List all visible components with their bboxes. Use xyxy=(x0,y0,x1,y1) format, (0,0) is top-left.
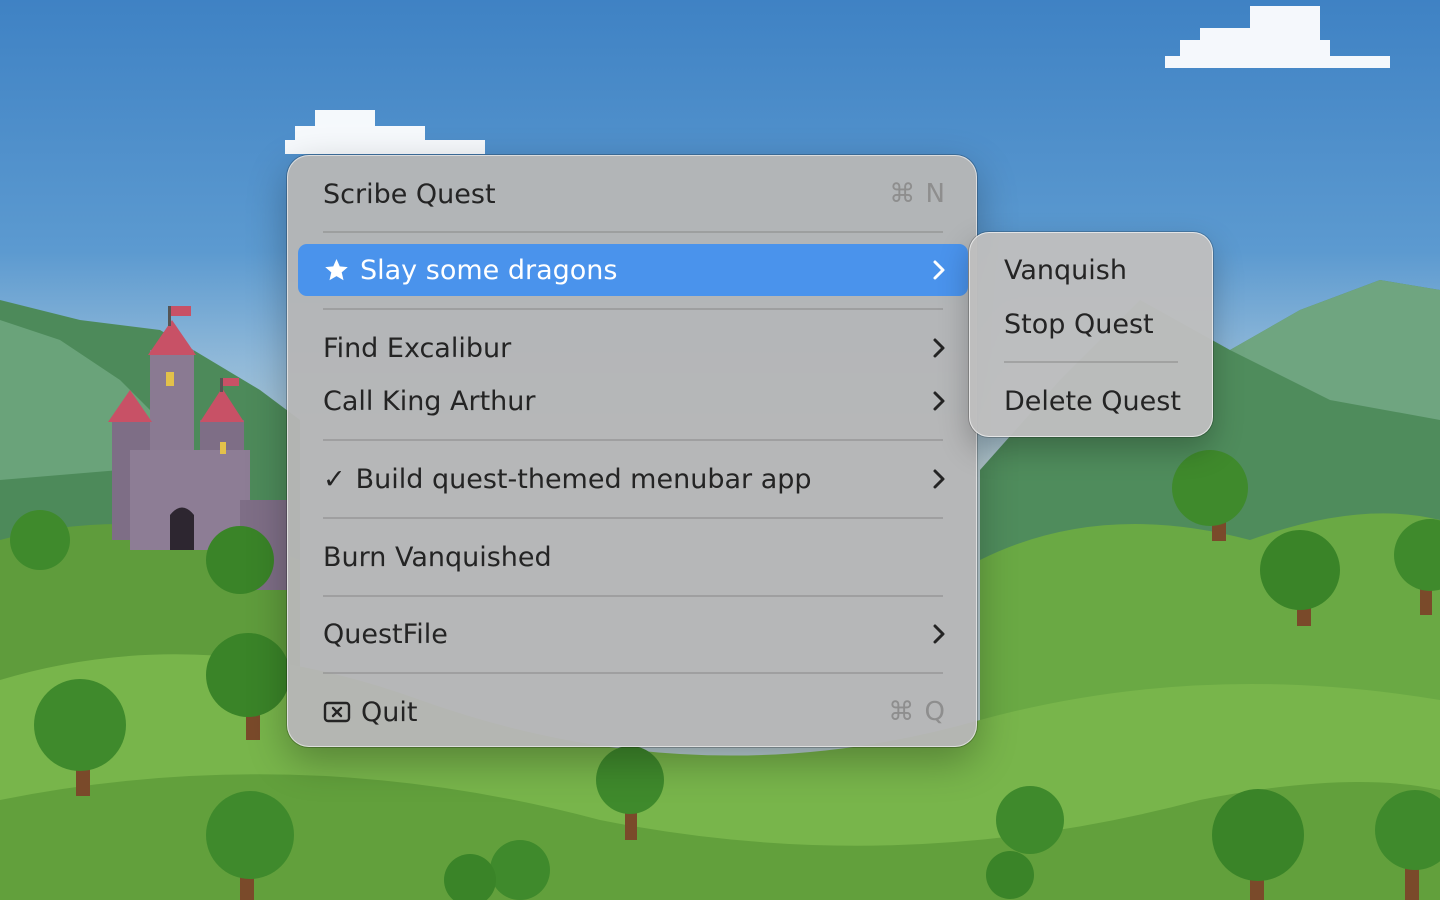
submenu-item-stop-quest[interactable]: Stop Quest xyxy=(980,299,1202,349)
menu-separator xyxy=(323,672,943,674)
keyboard-shortcut: ⌘ N xyxy=(889,179,946,209)
menu-item-call-king-arthur[interactable]: Call King Arthur xyxy=(298,375,968,427)
cloud-icon xyxy=(285,6,1390,154)
menu-item-slay-some-dragons[interactable]: Slay some dragons xyxy=(298,244,968,296)
keyboard-shortcut: ⌘ Q xyxy=(888,697,946,727)
menu-item-label: Scribe Quest xyxy=(323,178,496,210)
submenu-item-vanquish[interactable]: Vanquish xyxy=(980,245,1202,295)
menu-item-quit[interactable]: Quit ⌘ Q xyxy=(298,686,968,738)
menu-item-label: Call King Arthur xyxy=(323,385,536,417)
star-icon xyxy=(323,257,350,283)
chevron-right-icon xyxy=(932,622,946,646)
chevron-right-icon xyxy=(932,258,946,282)
menu-separator xyxy=(323,231,943,233)
xmark-square-icon xyxy=(323,701,351,723)
submenu-item-delete-quest[interactable]: Delete Quest xyxy=(980,376,1202,426)
menu-separator xyxy=(323,308,943,310)
menu-item-label: Find Excalibur xyxy=(323,332,512,364)
menu-item-questfile[interactable]: QuestFile xyxy=(298,608,968,660)
menu-item-find-excalibur[interactable]: Find Excalibur xyxy=(298,322,968,374)
desktop-background: Scribe Quest ⌘ N Slay some dragons Find … xyxy=(0,0,1440,900)
quest-menu: Scribe Quest ⌘ N Slay some dragons Find … xyxy=(287,155,977,747)
menu-item-burn-vanquished[interactable]: Burn Vanquished xyxy=(298,531,968,583)
submenu-separator xyxy=(1004,361,1178,363)
submenu-item-label: Stop Quest xyxy=(1004,308,1154,340)
menu-item-label: QuestFile xyxy=(323,618,448,650)
menu-item-label: Quit xyxy=(361,696,418,728)
chevron-right-icon xyxy=(932,467,946,491)
menu-item-scribe-quest[interactable]: Scribe Quest ⌘ N xyxy=(298,168,968,220)
menu-item-label: Burn Vanquished xyxy=(323,541,552,573)
submenu-item-label: Delete Quest xyxy=(1004,385,1181,417)
slay-dragons-submenu: Vanquish Stop Quest Delete Quest xyxy=(969,232,1213,437)
menu-separator xyxy=(323,439,943,441)
menu-item-label: Slay some dragons xyxy=(360,254,618,286)
menu-separator xyxy=(323,517,943,519)
menu-separator xyxy=(323,595,943,597)
chevron-right-icon xyxy=(932,389,946,413)
submenu-item-label: Vanquish xyxy=(1004,254,1127,286)
chevron-right-icon xyxy=(932,336,946,360)
menu-item-label: Build quest-themed menubar app xyxy=(355,463,812,495)
menu-item-build-menubar-app[interactable]: ✓ Build quest-themed menubar app xyxy=(298,453,968,505)
checkmark-icon: ✓ xyxy=(323,463,346,495)
